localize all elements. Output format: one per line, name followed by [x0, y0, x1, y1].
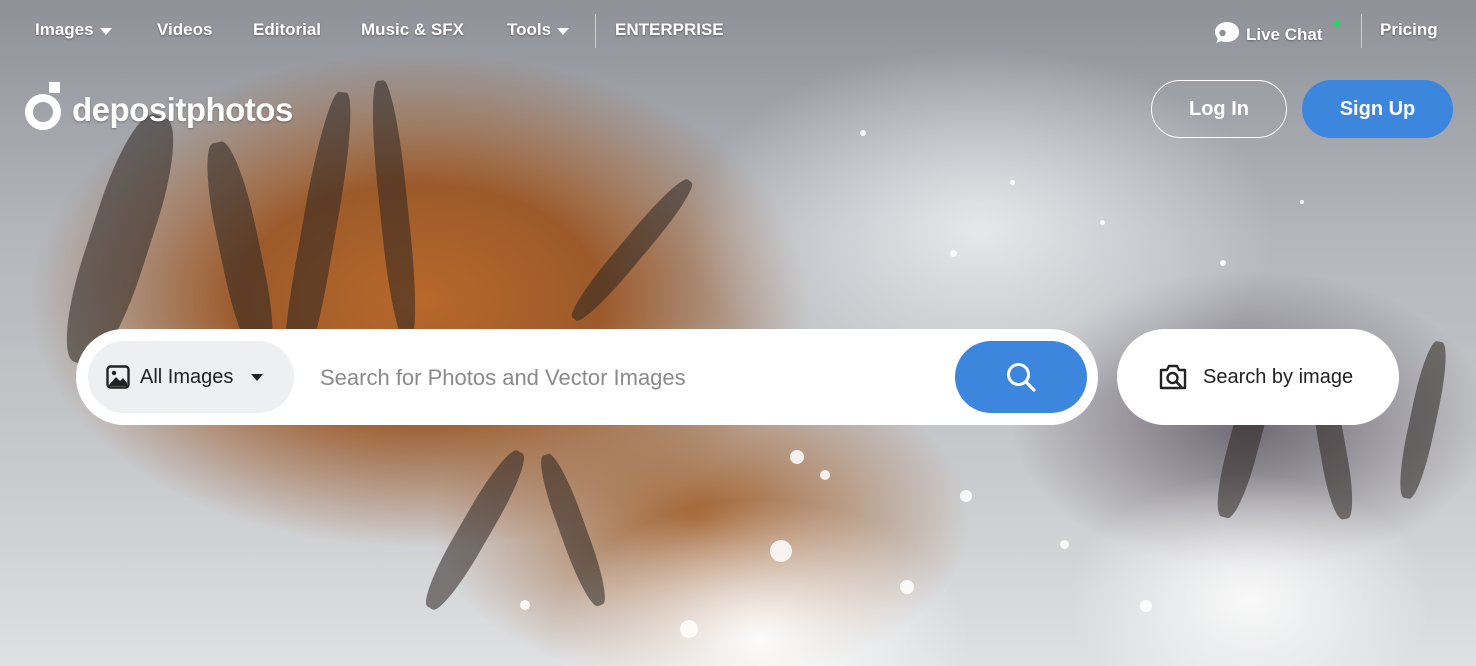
signup-label: Sign Up — [1339, 97, 1416, 120]
nav-tools[interactable]: Tools — [507, 20, 570, 40]
login-button[interactable]: Log In — [1151, 80, 1287, 138]
login-label: Log In — [1189, 97, 1249, 120]
nav-enterprise-label: ENTERPRISE — [615, 20, 724, 39]
signup-button[interactable]: Sign Up — [1302, 80, 1453, 138]
chat-bubble-icon — [1214, 20, 1240, 49]
nav-divider — [595, 14, 596, 48]
nav-music-label: Music & SFX — [361, 20, 464, 39]
chevron-down-icon — [99, 27, 112, 35]
online-status-dot — [1333, 20, 1340, 27]
nav-music-sfx[interactable]: Music & SFX — [361, 20, 464, 40]
nav-images-label: Images — [35, 20, 94, 39]
search-bar: All Images — [76, 329, 1098, 425]
brand-name: depositphotos — [72, 90, 293, 128]
search-button[interactable] — [955, 341, 1087, 413]
search-icon — [1005, 361, 1037, 393]
chevron-down-icon — [557, 27, 570, 35]
camera-search-icon — [1157, 361, 1189, 393]
image-icon — [106, 365, 130, 389]
nav-divider — [1361, 14, 1362, 48]
nav-pricing-label: Pricing — [1380, 20, 1438, 39]
nav-enterprise[interactable]: ENTERPRISE — [615, 20, 724, 40]
search-input[interactable] — [318, 353, 942, 403]
top-navigation: Images Videos Editorial Music & SFX Tool… — [0, 0, 1476, 62]
chevron-down-icon — [251, 373, 264, 381]
nav-pricing[interactable]: Pricing — [1380, 20, 1438, 40]
nav-tools-label: Tools — [507, 20, 552, 39]
search-by-image-button[interactable]: Search by image — [1117, 329, 1399, 425]
nav-editorial-label: Editorial — [253, 20, 322, 39]
nav-videos-label: Videos — [157, 20, 213, 39]
nav-videos[interactable]: Videos — [157, 20, 212, 40]
nav-images[interactable]: Images — [35, 20, 112, 40]
depositphotos-logo-icon — [24, 82, 64, 137]
content-type-label: All Images — [140, 365, 234, 388]
search-by-image-label: Search by image — [1203, 365, 1354, 388]
nav-editorial[interactable]: Editorial — [253, 20, 321, 40]
content-type-dropdown[interactable]: All Images — [88, 341, 294, 413]
brand-logo[interactable]: depositphotos — [24, 82, 293, 137]
live-chat-link[interactable]: Live Chat — [1214, 20, 1323, 49]
live-chat-label: Live Chat — [1246, 24, 1323, 44]
